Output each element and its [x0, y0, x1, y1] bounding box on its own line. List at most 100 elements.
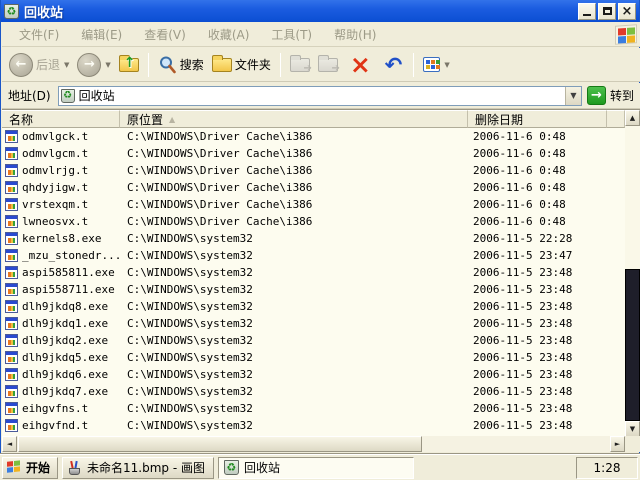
forward-dropdown-icon[interactable]: ▼ — [105, 61, 110, 69]
start-button[interactable]: 开始 — [2, 456, 59, 479]
menu-item[interactable]: 工具(T) — [260, 23, 323, 46]
task-button-paint[interactable]: 未命名11.bmp - 画图 — [62, 456, 214, 479]
flag-pane — [7, 460, 13, 467]
file-location: C:\WINDOWS\system32 — [127, 368, 253, 381]
menu-bar: 文件(F) 编辑(E) 查看(V) 收藏(A) 工具(T) 帮助(H) — [2, 22, 640, 47]
views-icon — [423, 57, 441, 72]
vertical-scrollbar[interactable]: ▲ ▼ — [625, 110, 640, 437]
file-row[interactable]: odmvlgcm.t C:\WINDOWS\Driver Cache\i386 … — [2, 145, 625, 162]
file-deleted-date: 2006-11-5 23:48 — [473, 334, 573, 347]
column-header-deleted[interactable]: 删除日期 — [468, 110, 607, 128]
file-deleted-date: 2006-11-5 23:48 — [473, 351, 573, 364]
file-name: qhdyjigw.t — [22, 181, 89, 194]
up-button[interactable]: ↑ — [116, 54, 142, 74]
clock[interactable]: 1:28 — [594, 461, 621, 475]
folders-button[interactable]: 文件夹 — [209, 54, 274, 75]
menu-item[interactable]: 帮助(H) — [323, 23, 387, 46]
toolbar-separator — [413, 52, 415, 77]
column-header-location[interactable]: 原位置 ▲ — [120, 110, 468, 128]
scroll-up-button[interactable]: ▲ — [625, 110, 640, 126]
minimize-button[interactable] — [578, 2, 596, 20]
menu-item[interactable]: 编辑(E) — [70, 23, 133, 46]
file-name: eihgvfns.t — [22, 402, 89, 415]
file-row[interactable]: dlh9jkdq5.exe C:\WINDOWS\system32 2006-1… — [2, 349, 625, 366]
file-row[interactable]: aspi585811.exe C:\WINDOWS\system32 2006-… — [2, 264, 625, 281]
file-name-cell: aspi585811.exe — [2, 266, 120, 279]
file-row[interactable]: eihgvfns.t C:\WINDOWS\system32 2006-11-5… — [2, 400, 625, 417]
go-button[interactable]: → 转到 — [586, 86, 636, 105]
task-button-recycle-bin[interactable]: ♻ 回收站 — [217, 456, 414, 479]
file-deleted-date: 2006-11-5 23:48 — [473, 300, 573, 313]
up-folder-icon: ↑ — [118, 54, 139, 72]
address-value[interactable]: 回收站 — [79, 87, 561, 104]
file-row[interactable]: qhdyjigw.t C:\WINDOWS\Driver Cache\i386 … — [2, 179, 625, 196]
menu-item[interactable]: 文件(F) — [8, 23, 70, 46]
file-row[interactable]: eihgvfnd.t C:\WINDOWS\system32 2006-11-5… — [2, 417, 625, 434]
column-header-filler — [607, 110, 625, 128]
file-location: C:\WINDOWS\Driver Cache\i386 — [127, 181, 313, 194]
back-dropdown-icon[interactable]: ▼ — [64, 61, 69, 69]
menu-item[interactable]: 收藏(A) — [197, 23, 261, 46]
file-row[interactable]: vrstexqm.t C:\WINDOWS\Driver Cache\i386 … — [2, 196, 625, 213]
go-arrow-glyph: → — [591, 88, 602, 103]
views-button[interactable]: ▼ — [420, 55, 452, 74]
maximize-button[interactable] — [598, 2, 616, 20]
flag-pane — [14, 465, 20, 472]
horizontal-scrollbar[interactable]: ◄ ► — [2, 436, 625, 452]
scroll-left-button[interactable]: ◄ — [2, 436, 17, 452]
file-name: dlh9jkdq7.exe — [22, 385, 109, 398]
file-name: aspi585811.exe — [22, 266, 115, 279]
views-dot — [431, 60, 436, 64]
search-button[interactable]: 搜索 — [155, 53, 207, 76]
file-row[interactable]: dlh9jkdq6.exe C:\WINDOWS\system32 2006-1… — [2, 366, 625, 383]
menu-item[interactable]: 查看(V) — [133, 23, 197, 46]
horizontal-scrollbar-thumb[interactable] — [18, 436, 422, 452]
file-icon — [5, 351, 18, 364]
move-to-button[interactable]: ➔ — [287, 54, 313, 74]
file-row[interactable]: aspi558711.exe C:\WINDOWS\system32 2006-… — [2, 281, 625, 298]
address-dropdown-button[interactable]: ▼ — [564, 86, 581, 105]
vertical-scrollbar-thumb[interactable] — [625, 269, 640, 421]
file-row[interactable]: odmvlgck.t C:\WINDOWS\Driver Cache\i386 … — [2, 128, 625, 145]
file-icon — [5, 232, 18, 245]
file-row[interactable]: odmvlrjg.t C:\WINDOWS\Driver Cache\i386 … — [2, 162, 625, 179]
copy-to-button[interactable]: ➔ — [315, 54, 341, 74]
file-deleted-date: 2006-11-5 23:48 — [473, 419, 573, 432]
title-bar[interactable]: ♻ 回收站 × — [1, 0, 639, 22]
task-label: 回收站 — [243, 461, 280, 475]
file-name: dlh9jkdq6.exe — [22, 368, 109, 381]
file-row[interactable]: dlh9jkdq2.exe C:\WINDOWS\system32 2006-1… — [2, 332, 625, 349]
file-name-cell: lwneosvx.t — [2, 215, 120, 228]
folders-icon — [211, 54, 232, 72]
file-name-cell: aspi558711.exe — [2, 283, 120, 296]
file-row[interactable]: dlh9jkdq7.exe C:\WINDOWS\system32 2006-1… — [2, 383, 625, 400]
file-name-cell: _mzu_stonedr... — [2, 249, 120, 262]
forward-button[interactable]: → ▼ — [74, 51, 113, 79]
file-row[interactable]: dlh9jkdq1.exe C:\WINDOWS\system32 2006-1… — [2, 315, 625, 332]
forward-arrow-glyph: → — [83, 57, 95, 72]
address-combobox[interactable]: ♻ 回收站 ▼ — [57, 85, 582, 106]
file-row[interactable]: dlh9jkdq8.exe C:\WINDOWS\system32 2006-1… — [2, 298, 625, 315]
scroll-right-button[interactable]: ► — [610, 436, 625, 452]
file-row[interactable]: kernels8.exe C:\WINDOWS\system32 2006-11… — [2, 230, 625, 247]
file-row[interactable]: lwneosvx.t C:\WINDOWS\Driver Cache\i386 … — [2, 213, 625, 230]
windows-logo-icon — [615, 24, 637, 45]
scroll-down-button[interactable]: ▼ — [625, 421, 640, 437]
logo-pane — [618, 36, 626, 44]
views-dot — [436, 60, 441, 64]
file-location: C:\WINDOWS\Driver Cache\i386 — [127, 215, 313, 228]
column-header-name[interactable]: 名称 — [2, 110, 120, 128]
file-icon — [5, 283, 18, 296]
close-button[interactable]: × — [618, 2, 636, 20]
views-dropdown-icon[interactable]: ▼ — [444, 61, 449, 69]
file-icon — [5, 198, 18, 211]
file-row[interactable]: _mzu_stonedr... C:\WINDOWS\system32 2006… — [2, 247, 625, 264]
desktop: ♻ 回收站 × 文件(F) 编辑(E) 查看(V) 收藏(A) 工具(T) 帮助… — [0, 0, 640, 480]
file-icon — [5, 368, 18, 381]
file-location: C:\WINDOWS\Driver Cache\i386 — [127, 164, 313, 177]
delete-button[interactable]: × — [343, 52, 378, 78]
back-button[interactable]: ← 后退 ▼ — [6, 51, 72, 79]
undo-button[interactable]: ↶ — [380, 52, 408, 78]
recycle-glyph: ♻ — [6, 4, 17, 18]
views-dot — [436, 65, 441, 69]
